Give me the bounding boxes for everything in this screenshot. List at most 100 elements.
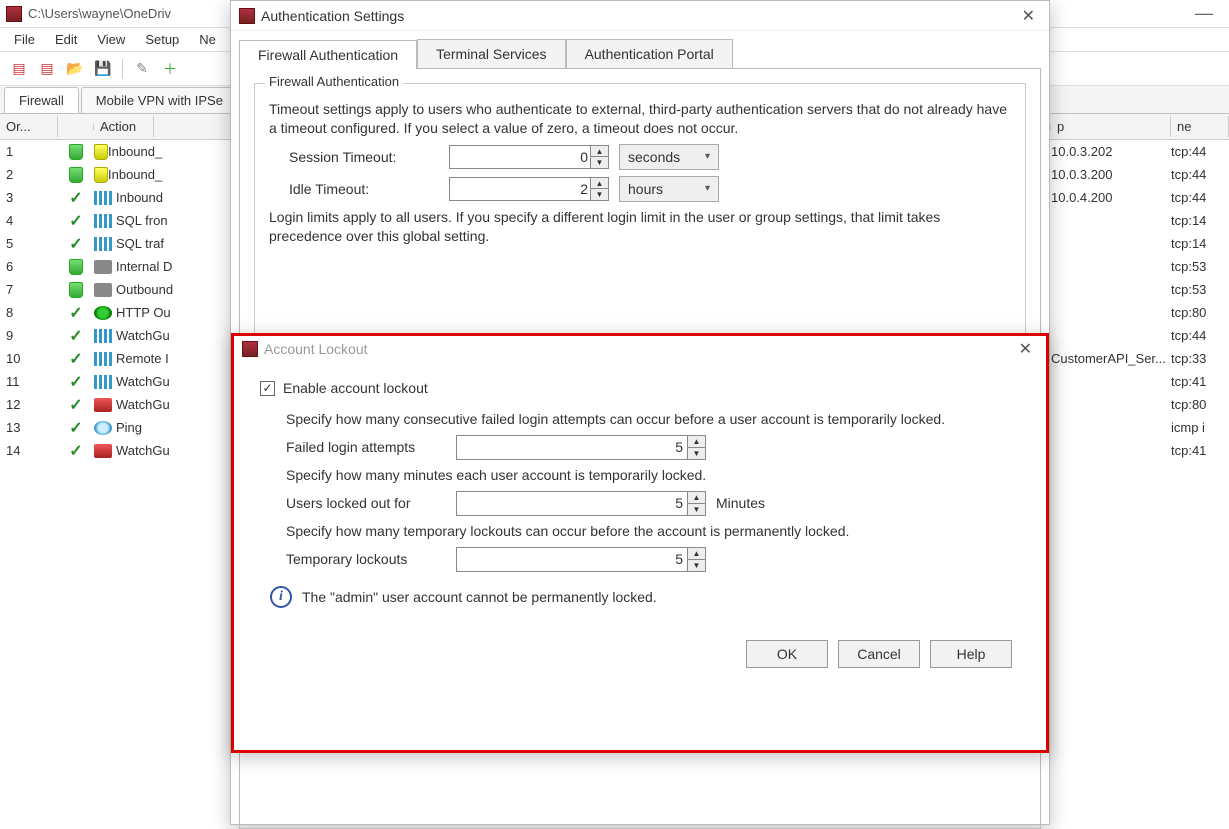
- locked-for-label: Users locked out for: [286, 495, 456, 511]
- menu-network[interactable]: Ne: [191, 30, 224, 49]
- shield-icon: [69, 167, 83, 183]
- temp-lockouts-input[interactable]: 5 ▲▼: [456, 547, 706, 572]
- close-icon[interactable]: ✕: [1016, 6, 1041, 26]
- policy-icon: [94, 398, 112, 412]
- title-path: C:\Users\wayne\OneDriv: [28, 6, 171, 21]
- policy-icon: [94, 237, 112, 251]
- shield-icon: [69, 282, 83, 298]
- policy-icon: [94, 329, 112, 343]
- session-timeout-unit[interactable]: seconds ▾: [619, 144, 719, 170]
- spinner-icon[interactable]: ▲▼: [590, 146, 608, 168]
- locked-for-unit: Minutes: [716, 495, 765, 511]
- session-timeout-label: Session Timeout:: [289, 149, 449, 165]
- auth-title: Authentication Settings: [261, 8, 404, 24]
- tb-save-icon[interactable]: ▤: [36, 58, 58, 80]
- check-icon: ✓: [69, 211, 82, 231]
- auth-tabs: Firewall Authentication Terminal Service…: [239, 39, 1041, 69]
- tab-terminal-services[interactable]: Terminal Services: [417, 39, 565, 68]
- tab-mobile-vpn[interactable]: Mobile VPN with IPSe: [81, 87, 238, 113]
- spinner-icon[interactable]: ▲▼: [687, 492, 705, 515]
- tab-firewall[interactable]: Firewall: [4, 87, 79, 113]
- policy-icon: [94, 444, 112, 458]
- policy-icon: [94, 144, 108, 160]
- temp-lockouts-desc: Specify how many temporary lockouts can …: [286, 522, 1020, 541]
- policy-icon: [94, 421, 112, 435]
- timeout-desc: Timeout settings apply to users who auth…: [269, 100, 1011, 138]
- toolbar-separator: [122, 59, 123, 79]
- session-unit-value: seconds: [628, 149, 680, 165]
- failed-attempts-label: Failed login attempts: [286, 439, 456, 455]
- temp-lockouts-value: 5: [675, 551, 683, 567]
- tb-add-icon[interactable]: ＋: [159, 58, 181, 80]
- idle-timeout-label: Idle Timeout:: [289, 181, 449, 197]
- check-icon: ✓: [69, 326, 82, 346]
- app-icon: [242, 341, 258, 357]
- app-icon: [6, 6, 22, 22]
- login-limits-desc: Login limits apply to all users. If you …: [269, 208, 1011, 246]
- tb-disk-icon[interactable]: 💾: [92, 58, 114, 80]
- col-status[interactable]: [58, 124, 94, 130]
- admin-info-text: The "admin" user account cannot be perma…: [302, 589, 657, 605]
- policy-icon: [94, 214, 112, 228]
- enable-lockout-label: Enable account lockout: [283, 380, 428, 396]
- menu-edit[interactable]: Edit: [47, 30, 85, 49]
- tab-auth-portal[interactable]: Authentication Portal: [566, 39, 733, 68]
- check-icon: ✓: [69, 234, 82, 254]
- menu-setup[interactable]: Setup: [137, 30, 187, 49]
- spinner-icon[interactable]: ▲▼: [687, 548, 705, 571]
- idle-timeout-unit[interactable]: hours ▾: [619, 176, 719, 202]
- tb-new-icon[interactable]: ▤: [8, 58, 30, 80]
- fieldset-legend: Firewall Authentication: [265, 74, 403, 89]
- account-lockout-dialog: Account Lockout ✕ ✓ Enable account locko…: [231, 333, 1049, 753]
- check-icon: ✓: [69, 303, 82, 323]
- locked-for-desc: Specify how many minutes each user accou…: [286, 466, 1020, 485]
- check-icon: ✓: [69, 349, 82, 369]
- locked-for-input[interactable]: 5 ▲▼: [456, 491, 706, 516]
- tb-open-icon[interactable]: 📂: [64, 58, 86, 80]
- col-ip[interactable]: p: [1051, 116, 1171, 137]
- spinner-icon[interactable]: ▲▼: [590, 178, 608, 200]
- spinner-icon[interactable]: ▲▼: [687, 436, 705, 459]
- col-action[interactable]: Action: [94, 116, 154, 137]
- check-icon: ✓: [69, 188, 82, 208]
- checkbox-icon: ✓: [260, 381, 275, 396]
- cancel-button[interactable]: Cancel: [838, 640, 920, 668]
- policy-icon: [94, 191, 112, 205]
- temp-lockouts-label: Temporary lockouts: [286, 551, 456, 567]
- menu-view[interactable]: View: [89, 30, 133, 49]
- policy-icon: [94, 283, 112, 297]
- shield-icon: [69, 144, 83, 160]
- lockout-titlebar: Account Lockout ✕: [234, 336, 1046, 362]
- policy-icon: [94, 167, 108, 183]
- col-proto[interactable]: ne: [1171, 116, 1229, 137]
- check-icon: ✓: [69, 418, 82, 438]
- policy-icon: [94, 352, 112, 366]
- check-icon: ✓: [69, 441, 82, 461]
- session-timeout-input[interactable]: 0 ▲▼: [449, 145, 609, 169]
- failed-attempts-input[interactable]: 5 ▲▼: [456, 435, 706, 460]
- app-icon: [239, 8, 255, 24]
- enable-lockout-checkbox[interactable]: ✓ Enable account lockout: [260, 380, 1020, 396]
- check-icon: ✓: [69, 372, 82, 392]
- close-icon[interactable]: ✕: [1013, 339, 1038, 359]
- col-order[interactable]: Or...: [0, 116, 58, 137]
- chevron-down-icon: ▾: [705, 151, 710, 162]
- idle-unit-value: hours: [628, 181, 663, 197]
- info-icon: i: [270, 586, 292, 608]
- tab-firewall-auth[interactable]: Firewall Authentication: [239, 40, 417, 69]
- failed-attempts-value: 5: [675, 439, 683, 455]
- idle-timeout-input[interactable]: 2 ▲▼: [449, 177, 609, 201]
- ok-button[interactable]: OK: [746, 640, 828, 668]
- menu-file[interactable]: File: [6, 30, 43, 49]
- locked-for-value: 5: [675, 495, 683, 511]
- minimize-button[interactable]: —: [1185, 3, 1223, 24]
- tb-filter-icon[interactable]: ✎: [131, 58, 153, 80]
- help-button[interactable]: Help: [930, 640, 1012, 668]
- policy-icon: [94, 306, 112, 320]
- auth-titlebar: Authentication Settings ✕: [231, 1, 1049, 31]
- session-timeout-value: 0: [580, 149, 588, 165]
- policy-icon: [94, 375, 112, 389]
- failed-attempts-desc: Specify how many consecutive failed logi…: [286, 410, 1020, 429]
- chevron-down-icon: ▾: [705, 183, 710, 194]
- check-icon: ✓: [69, 395, 82, 415]
